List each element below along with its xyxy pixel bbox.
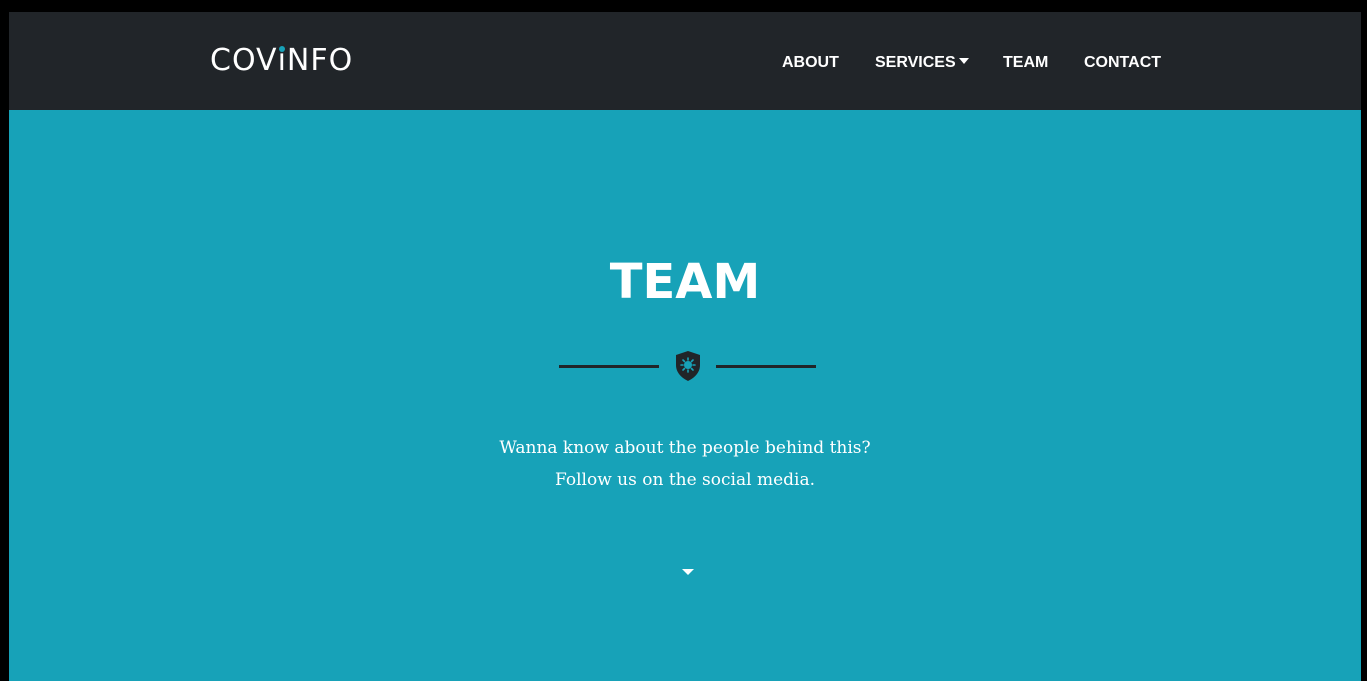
page-frame: COVı NFO ABOUT SERVICES TEAM CONTACT TEAM <box>9 12 1361 681</box>
page-title: TEAM <box>609 254 761 310</box>
navbar: COVı NFO ABOUT SERVICES TEAM CONTACT <box>9 12 1361 110</box>
nav-link-services[interactable]: SERVICES <box>875 52 969 74</box>
virus-shield-icon <box>676 351 700 381</box>
nav-link-services-label: SERVICES <box>875 54 956 71</box>
caret-down-icon <box>958 58 969 64</box>
divider-line-right <box>716 365 816 368</box>
nav-link-team[interactable]: TEAM <box>1003 52 1048 74</box>
divider-line-left <box>559 365 659 368</box>
nav-link-about[interactable]: ABOUT <box>782 52 839 74</box>
scroll-down-button[interactable] <box>681 567 695 577</box>
nav-link-contact[interactable]: CONTACT <box>1084 52 1161 74</box>
hero-text: Wanna know about the people behind this?… <box>9 432 1361 496</box>
hero-text-line-2: Follow us on the social media. <box>554 470 815 490</box>
caret-down-icon <box>682 569 694 575</box>
hero-text-line-1: Wanna know about the people behind this? <box>499 438 871 458</box>
nav-menu: ABOUT SERVICES TEAM CONTACT <box>9 52 1361 76</box>
title-divider <box>559 348 816 384</box>
